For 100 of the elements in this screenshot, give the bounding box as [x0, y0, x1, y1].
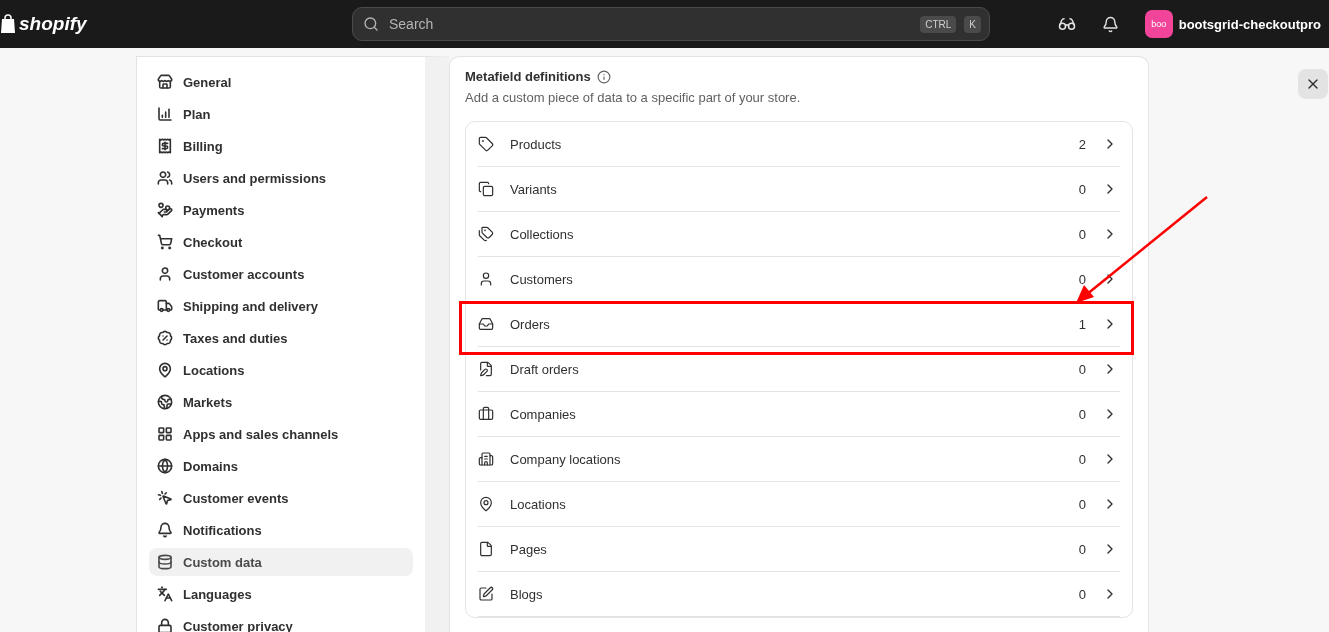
sidebar-item[interactable]: Notifications [149, 516, 413, 544]
search-icon [363, 16, 379, 32]
sidebar-item[interactable]: Taxes and duties [149, 324, 413, 352]
sidebar-item[interactable]: Users and permissions [149, 164, 413, 192]
metafield-row[interactable]: Company locations 0 [478, 437, 1120, 482]
metafield-row[interactable]: Blogs 0 [478, 572, 1120, 617]
sidebar-item-label: Shipping and delivery [183, 298, 319, 314]
file-pen-icon [478, 361, 494, 377]
sidebar-item[interactable]: General [149, 68, 413, 96]
card-description: Add a custom piece of data to a specific part of your store. [465, 90, 802, 105]
sidebar-item[interactable]: Apps and sales channels [149, 420, 413, 448]
sidebar-item[interactable]: Customer events [149, 484, 413, 512]
sidebar-item-label: Custom data [183, 554, 262, 570]
map-pin-icon [478, 496, 494, 512]
sidebar-item-label: Domains [183, 458, 238, 474]
sidebar-item-label: Taxes and duties [183, 330, 288, 346]
sidebar-item-label: Users and permissions [183, 170, 327, 186]
row-label: Collections [510, 226, 575, 242]
sidebar-item-label: General [183, 74, 232, 90]
row-count: 0 [1078, 271, 1086, 287]
sidebar-item[interactable]: Markets [149, 388, 413, 416]
row-count: 0 [1078, 361, 1086, 377]
row-label: Variants [510, 181, 558, 197]
lock-icon [157, 618, 173, 632]
bell-icon [157, 522, 173, 538]
sidebar-item[interactable]: Languages [149, 580, 413, 608]
sidebar-item[interactable]: Shipping and delivery [149, 292, 413, 320]
metafield-row[interactable]: Locations 0 [478, 482, 1120, 527]
search-input[interactable]: Search [387, 15, 913, 33]
sidebar-item[interactable]: Locations [149, 356, 413, 384]
sidebar-item[interactable]: Payments [149, 196, 413, 224]
copy-icon [478, 181, 494, 197]
inbox-icon [478, 316, 494, 332]
row-label: Locations [510, 496, 567, 512]
users-icon [157, 170, 173, 186]
sidebar-item-label: Customer events [183, 490, 289, 506]
row-label: Customers [510, 271, 574, 287]
sidebar-item[interactable]: Plan [149, 100, 413, 128]
sidebar-item-label: Checkout [183, 234, 243, 250]
row-count: 0 [1078, 541, 1086, 557]
tags-icon [478, 226, 494, 242]
row-label: Companies [510, 406, 577, 422]
sidebar-item-label: Notifications [183, 522, 262, 538]
row-label: Pages [510, 541, 548, 557]
bar-chart-icon [157, 106, 173, 122]
search-field[interactable]: Search CTRL K [352, 7, 990, 41]
person-icon [478, 271, 494, 287]
truck-icon [157, 298, 173, 314]
sidebar-item-label: Markets [183, 394, 233, 410]
sidebar-item-label: Locations [183, 362, 245, 378]
sidebar-item-label: Plan [183, 106, 211, 122]
metafield-row[interactable]: Orders 1 [478, 302, 1120, 347]
metafield-row[interactable]: Collections 0 [478, 212, 1120, 257]
sidebar-item-label: Apps and sales channels [183, 426, 339, 442]
shortcut-key: K [964, 15, 981, 33]
sidebar-item-label: Billing [183, 138, 223, 154]
info-icon[interactable] [596, 69, 611, 84]
row-count: 0 [1078, 406, 1086, 422]
logo-text: shopify [19, 13, 87, 35]
metafield-row[interactable]: Draft orders 0 [478, 347, 1120, 392]
hand-coins-icon [157, 202, 173, 218]
sidebar-item-label: Customer accounts [183, 266, 305, 282]
store-icon [157, 74, 173, 90]
row-count: 2 [1078, 136, 1086, 152]
sidebar-item-label: Payments [183, 202, 245, 218]
building-icon [478, 451, 494, 467]
receipt-icon [157, 138, 173, 154]
shopping-bag-icon [0, 14, 16, 34]
store-name[interactable]: bootsgrid-checkoutpro [1178, 16, 1321, 32]
row-count: 0 [1078, 586, 1086, 602]
grid-icon [157, 426, 173, 442]
close-button[interactable] [1298, 69, 1328, 99]
sidebar-item[interactable]: Customer accounts [149, 260, 413, 288]
metafield-row[interactable]: Variants 0 [478, 167, 1120, 212]
cart-icon [157, 234, 173, 250]
sidebar-item[interactable]: Billing [149, 132, 413, 160]
briefcase-icon [478, 406, 494, 422]
metafield-row[interactable]: Companies 0 [478, 392, 1120, 437]
card-title: Metafield definitions [465, 69, 591, 84]
row-count: 1 [1078, 316, 1086, 332]
sidebar-item-label: Languages [183, 586, 252, 602]
metafield-row[interactable]: Pages 0 [478, 527, 1120, 572]
row-count: 0 [1078, 181, 1086, 197]
metafield-row[interactable]: Products 2 [478, 122, 1120, 167]
sidebar-item[interactable]: Domains [149, 452, 413, 480]
sidebar-item[interactable]: Checkout [149, 228, 413, 256]
row-count: 0 [1078, 496, 1086, 512]
pointer-icon [157, 490, 173, 506]
notifications-icon[interactable] [1101, 15, 1119, 33]
shortcut-key: CTRL [920, 15, 957, 33]
tag-icon [478, 136, 494, 152]
glasses-icon[interactable] [1057, 15, 1076, 33]
square-pen-icon [478, 586, 494, 602]
map-pin-icon [157, 362, 173, 378]
globe-icon [157, 458, 173, 474]
row-label: Company locations [510, 451, 622, 467]
row-count: 0 [1078, 226, 1086, 242]
row-count: 0 [1078, 451, 1086, 467]
sidebar-item[interactable]: Custom data [149, 548, 413, 576]
globe-icon [157, 394, 173, 410]
